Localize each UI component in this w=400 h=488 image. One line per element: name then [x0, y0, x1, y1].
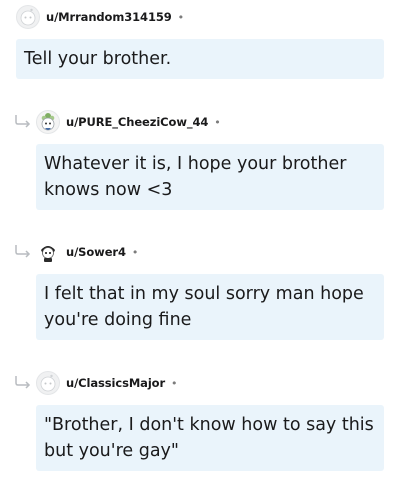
meta-separator: • — [171, 376, 178, 390]
reply-arrow-icon — [15, 376, 31, 389]
comment-body: Tell your brother. — [16, 39, 384, 79]
comment-thread: u/Mrrandom314159 • Tell your brother. u/… — [0, 0, 400, 488]
comment-4: u/ClassicsMajor • "Brother, I don't know… — [36, 369, 384, 471]
meta-separator: • — [214, 115, 221, 129]
comment-3: u/Sower4 • I felt that in my soul sorry … — [36, 238, 384, 340]
snoo-avatar-dark-hair-icon[interactable] — [36, 240, 60, 264]
meta-separator: • — [177, 10, 185, 24]
comment-body: I felt that in my soul sorry man hope yo… — [36, 274, 384, 340]
reply-arrow-icon — [15, 115, 31, 128]
comment-body: "Brother, I don't know how to say this b… — [36, 405, 384, 471]
snoo-avatar-default-icon[interactable] — [36, 371, 60, 395]
snoo-avatar-flower-icon[interactable] — [36, 110, 60, 134]
username-link[interactable]: u/Sower4 — [66, 245, 126, 259]
reply-arrow-icon — [15, 245, 31, 258]
comment-body: Whatever it is, I hope your brother know… — [36, 144, 384, 210]
username-link[interactable]: u/PURE_CheeziCow_44 — [66, 115, 208, 129]
comment-header: u/ClassicsMajor • — [36, 369, 384, 397]
username-link[interactable]: u/Mrrandom314159 — [46, 10, 172, 24]
comment-2: u/PURE_CheeziCow_44 • Whatever it is, I … — [36, 108, 384, 210]
meta-separator: • — [131, 245, 139, 259]
snoo-avatar-default-icon[interactable] — [16, 5, 40, 29]
comment-header: u/Mrrandom314159 • — [16, 3, 384, 31]
comment-1: u/Mrrandom314159 • Tell your brother. — [16, 3, 384, 79]
comment-header: u/Sower4 • — [36, 238, 384, 266]
comment-header: u/PURE_CheeziCow_44 • — [36, 108, 384, 136]
username-link[interactable]: u/ClassicsMajor — [66, 376, 165, 390]
